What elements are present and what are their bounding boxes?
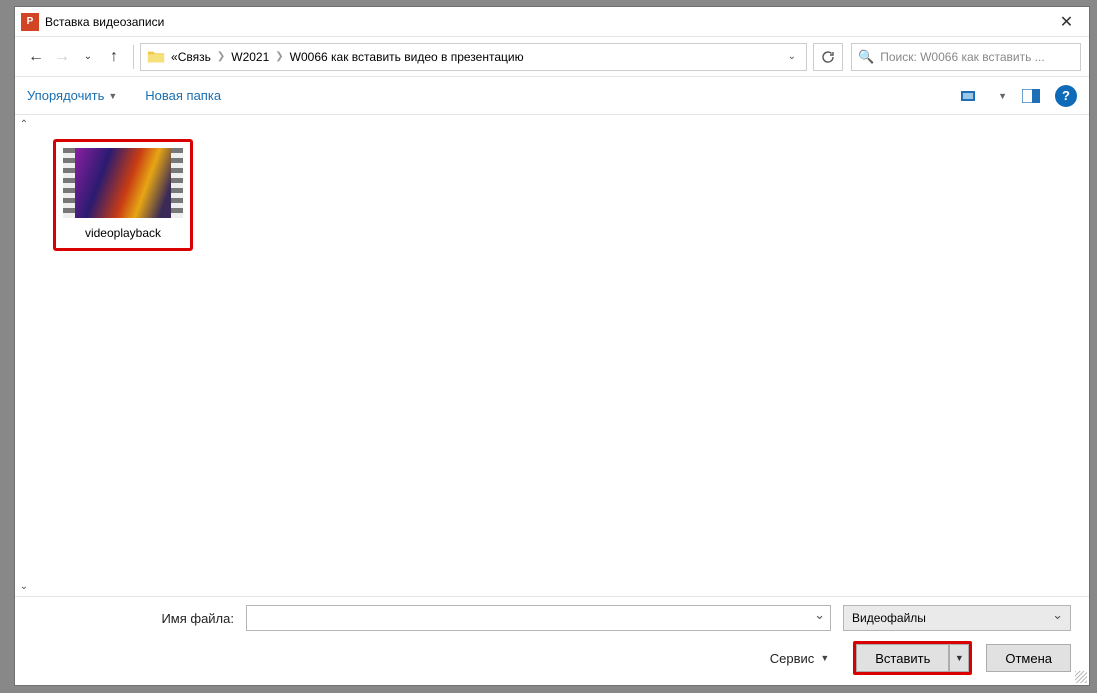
insert-label: Вставить	[875, 651, 930, 666]
help-button[interactable]: ?	[1055, 85, 1077, 107]
insert-split-button: Вставить ▼	[853, 641, 972, 675]
crumb-1[interactable]: W2021	[231, 50, 269, 64]
filetype-value: Видеофайлы	[852, 611, 926, 625]
dialog-title: Вставка видеозаписи	[45, 15, 164, 29]
file-name: videoplayback	[85, 226, 161, 240]
title-bar: P Вставка видеозаписи ✕	[15, 7, 1089, 37]
refresh-button[interactable]	[813, 43, 843, 71]
scroll-up-icon[interactable]: ⌃	[20, 119, 28, 130]
view-mode-button[interactable]	[956, 84, 984, 108]
video-thumbnail	[63, 148, 183, 218]
crumb-0[interactable]: Связь	[178, 50, 211, 64]
crumb-prefix: «	[171, 50, 178, 64]
view-dropdown[interactable]: ▼	[998, 91, 1007, 101]
nav-bar: ← → ⌄ ↑ « Связь ❯ W2021 ❯ W0066 как вста…	[15, 37, 1089, 77]
insert-dropdown[interactable]: ▼	[949, 644, 969, 672]
separator	[133, 45, 134, 69]
organize-button[interactable]: Упорядочить ▼	[27, 88, 117, 103]
crumb-2[interactable]: W0066 как вставить видео в презентацию	[290, 50, 524, 64]
chevron-down-icon: ▼	[820, 653, 829, 663]
toolbar: Упорядочить ▼ Новая папка ▼ ?	[15, 77, 1089, 115]
preview-pane-button[interactable]	[1017, 84, 1045, 108]
chevron-down-icon: ▼	[955, 653, 964, 663]
address-bar[interactable]: « Связь ❯ W2021 ❯ W0066 как вставить вид…	[140, 43, 807, 71]
file-dialog: P Вставка видеозаписи ✕ ← → ⌄ ↑ « Связь …	[14, 6, 1090, 686]
cancel-label: Отмена	[1005, 651, 1052, 666]
address-dropdown[interactable]: ⌄	[782, 51, 802, 62]
search-icon: 🔍	[858, 49, 874, 65]
scroll-gutter[interactable]: ⌃ ⌄	[15, 115, 33, 596]
filename-label: Имя файла:	[161, 611, 234, 626]
chevron-right-icon[interactable]: ❯	[217, 51, 225, 62]
file-area: ⌃ ⌄ videoplayback	[15, 115, 1089, 596]
file-item-videoplayback[interactable]: videoplayback	[53, 139, 193, 251]
search-input[interactable]	[880, 50, 1074, 64]
close-button[interactable]: ✕	[1044, 7, 1089, 37]
folder-icon	[147, 49, 165, 65]
insert-button[interactable]: Вставить	[856, 644, 949, 672]
tools-label: Сервис	[770, 651, 815, 666]
footer: Имя файла: Видеофайлы Сервис ▼ Вставить …	[15, 596, 1089, 685]
new-folder-label: Новая папка	[145, 88, 221, 103]
cancel-button[interactable]: Отмена	[986, 644, 1071, 672]
filetype-select[interactable]: Видеофайлы	[843, 605, 1071, 631]
chevron-right-icon[interactable]: ❯	[275, 51, 283, 62]
tools-button[interactable]: Сервис ▼	[770, 651, 829, 666]
up-button[interactable]: ↑	[101, 44, 127, 70]
powerpoint-icon: P	[21, 13, 39, 31]
back-button[interactable]: ←	[23, 44, 49, 70]
filename-input[interactable]	[246, 605, 831, 631]
new-folder-button[interactable]: Новая папка	[145, 88, 221, 103]
search-box[interactable]: 🔍	[851, 43, 1081, 71]
scroll-down-icon[interactable]: ⌄	[20, 581, 28, 592]
organize-label: Упорядочить	[27, 88, 104, 103]
recent-dropdown[interactable]: ⌄	[75, 44, 101, 70]
forward-button[interactable]: →	[49, 44, 75, 70]
file-list[interactable]: videoplayback	[33, 115, 1089, 596]
chevron-down-icon: ▼	[108, 91, 117, 101]
resize-grip[interactable]	[1075, 671, 1087, 683]
